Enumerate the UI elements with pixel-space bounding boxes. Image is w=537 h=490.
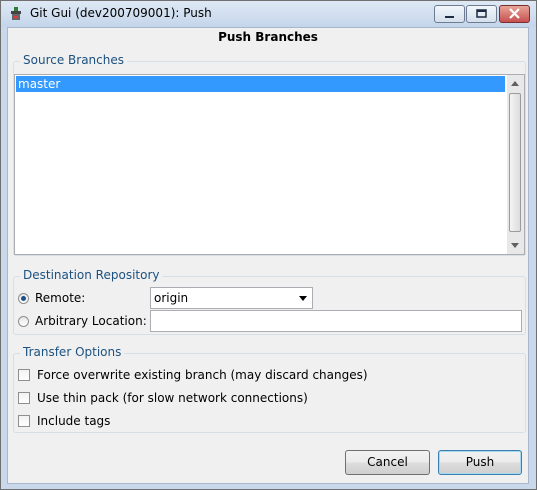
scroll-down-arrow-icon[interactable]	[511, 243, 519, 248]
force-overwrite-checkbox[interactable]	[18, 369, 30, 381]
thin-pack-checkbox[interactable]	[18, 392, 30, 404]
remote-radio[interactable]	[18, 292, 29, 304]
remote-option[interactable]: Remote:	[18, 289, 85, 307]
window-title: Git Gui (dev200709001): Push	[30, 6, 212, 20]
thin-pack-option[interactable]: Use thin pack (for slow network connecti…	[18, 389, 308, 407]
force-overwrite-option[interactable]: Force overwrite existing branch (may dis…	[18, 366, 368, 384]
transfer-options-group: Transfer Options Force overwrite existin…	[13, 345, 526, 433]
remote-select-value: origin	[154, 291, 189, 305]
remote-label: Remote:	[35, 291, 86, 305]
cancel-button[interactable]: Cancel	[345, 450, 430, 475]
thin-pack-label: Use thin pack (for slow network connecti…	[37, 391, 308, 405]
list-scrollbar[interactable]	[507, 75, 524, 254]
minimize-icon	[445, 16, 454, 18]
dropdown-arrow-icon[interactable]	[299, 296, 307, 301]
arbitrary-location-option[interactable]: Arbitrary Location:	[18, 312, 147, 330]
list-item[interactable]: master	[16, 76, 505, 92]
source-branches-group: Source Branches master	[13, 53, 526, 256]
dialog-content: Push Branches Source Branches master Des…	[7, 27, 529, 484]
git-gui-icon	[11, 7, 21, 20]
transfer-options-label: Transfer Options	[20, 345, 125, 359]
maximize-icon	[476, 9, 487, 18]
scroll-up-arrow-icon[interactable]	[511, 81, 519, 86]
include-tags-checkbox[interactable]	[18, 415, 30, 427]
push-button[interactable]: Push	[438, 450, 522, 475]
page-title: Push Branches	[218, 30, 318, 44]
include-tags-label: Include tags	[37, 414, 111, 428]
source-branches-label: Source Branches	[20, 53, 127, 67]
push-dialog-window: Git Gui (dev200709001): Push Push Branch…	[0, 0, 537, 490]
destination-repository-label: Destination Repository	[20, 268, 163, 282]
arbitrary-location-label: Arbitrary Location:	[35, 314, 147, 328]
maximize-button[interactable]	[466, 5, 497, 23]
destination-repository-group: Destination Repository Remote: origin Ar…	[13, 268, 526, 335]
include-tags-option[interactable]: Include tags	[18, 412, 110, 430]
arbitrary-location-radio[interactable]	[18, 315, 29, 327]
close-icon	[509, 8, 520, 19]
arbitrary-location-input[interactable]	[150, 310, 522, 332]
force-overwrite-label: Force overwrite existing branch (may dis…	[37, 368, 368, 382]
remote-select[interactable]: origin	[150, 287, 313, 309]
minimize-button[interactable]	[434, 5, 465, 23]
close-button[interactable]	[499, 5, 530, 23]
title-bar[interactable]: Git Gui (dev200709001): Push	[1, 1, 536, 27]
scrollbar-thumb[interactable]	[509, 93, 521, 232]
source-branches-list[interactable]: master	[14, 74, 525, 255]
